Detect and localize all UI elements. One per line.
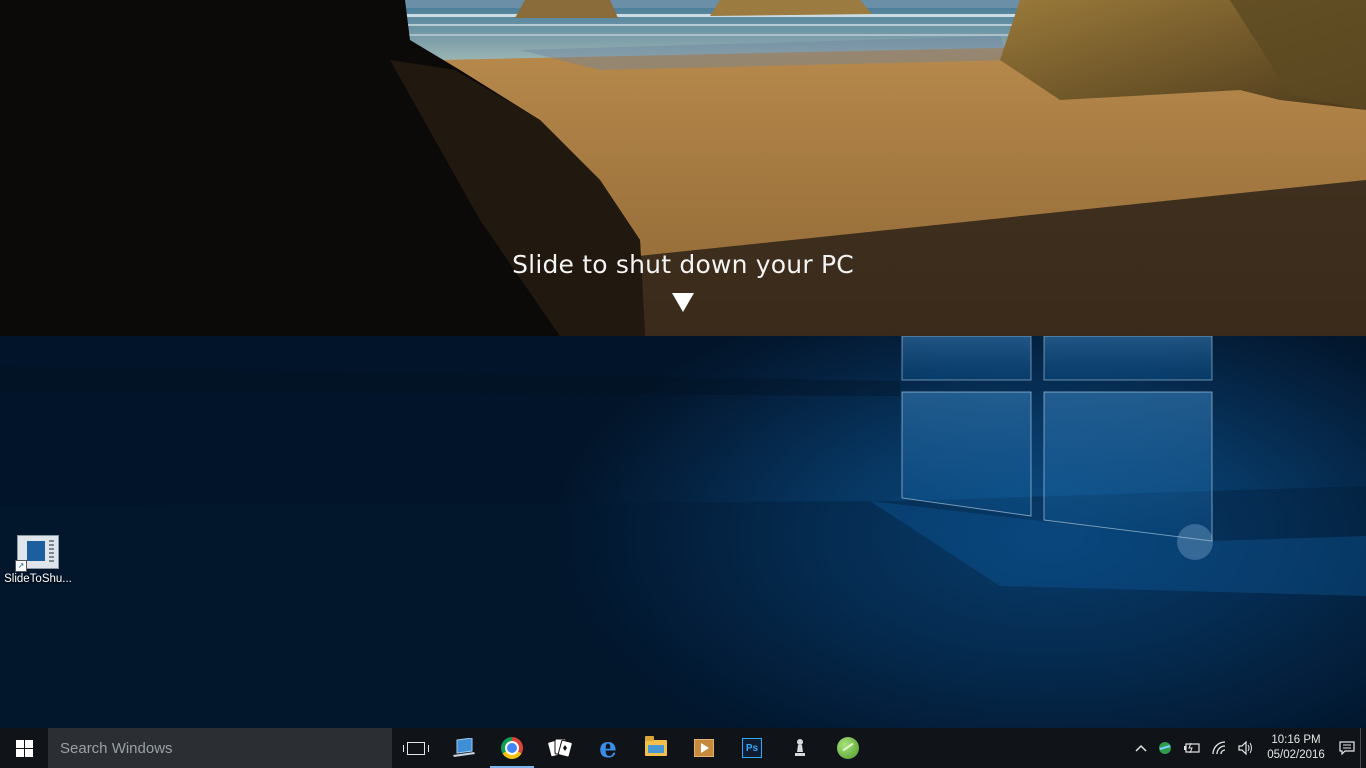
taskbar-media-player[interactable]	[680, 728, 728, 768]
folder-icon	[645, 736, 667, 756]
volume-icon[interactable]	[1232, 728, 1258, 768]
slide-caption: Slide to shut down your PC	[512, 250, 854, 279]
notifications-icon[interactable]	[1334, 728, 1360, 768]
taskbar: Search Windows e Ps 10:16 PM 05/02/2016	[0, 728, 1366, 768]
photoshop-icon: Ps	[742, 738, 762, 758]
battery-icon[interactable]	[1178, 728, 1206, 768]
arrow-down-triangle-icon[interactable]	[672, 293, 694, 312]
leaf-icon	[837, 737, 859, 759]
taskbar-spring-app[interactable]	[824, 728, 872, 768]
chevron-up-icon[interactable]	[1130, 728, 1152, 768]
taskbar-photoshop[interactable]: Ps	[728, 728, 776, 768]
slide-to-shutdown-app-icon: ↗	[15, 535, 59, 572]
start-button[interactable]	[0, 728, 48, 768]
chess-pawn-icon	[795, 739, 805, 756]
beach-background-image	[0, 0, 1366, 336]
video-icon	[694, 739, 714, 757]
shortcut-arrow-icon: ↗	[15, 560, 27, 572]
show-desktop-button[interactable]	[1360, 728, 1366, 768]
taskbar-file-explorer[interactable]	[632, 728, 680, 768]
taskbar-solitaire[interactable]	[536, 728, 584, 768]
laptop-icon	[453, 738, 475, 757]
clock[interactable]: 10:16 PM 05/02/2016	[1258, 733, 1334, 763]
edge-icon: e	[599, 731, 617, 764]
network-globe-icon[interactable]	[1152, 728, 1178, 768]
desktop[interactable]: ↗ SlideToShu...	[0, 336, 1366, 728]
system-tray: 10:16 PM 05/02/2016	[1130, 728, 1366, 768]
task-view-icon	[403, 741, 429, 755]
clock-time: 10:16 PM	[1271, 734, 1321, 746]
taskbar-chrome[interactable]	[488, 728, 536, 768]
windows-hero-wallpaper	[0, 336, 1366, 728]
search-placeholder: Search Windows	[60, 739, 173, 757]
desktop-icon-label: SlideToShu...	[4, 573, 72, 585]
windows-logo-icon	[15, 739, 33, 757]
screen: Slide to shut down your PC ↗ SlideToShu.…	[0, 0, 1366, 768]
clock-date: 05/02/2016	[1267, 749, 1325, 761]
desktop-icon-slidetoshutdown[interactable]: ↗ SlideToShu...	[3, 535, 73, 586]
search-box[interactable]: Search Windows	[48, 728, 392, 768]
taskbar-edge[interactable]: e	[584, 728, 632, 768]
wifi-icon[interactable]	[1206, 728, 1232, 768]
taskbar-chess[interactable]	[776, 728, 824, 768]
taskbar-task-view[interactable]	[392, 728, 440, 768]
chrome-icon	[501, 737, 523, 759]
slide-to-shutdown-panel[interactable]: Slide to shut down your PC	[0, 0, 1366, 336]
cards-icon	[547, 738, 573, 758]
taskbar-laptop-app[interactable]	[440, 728, 488, 768]
